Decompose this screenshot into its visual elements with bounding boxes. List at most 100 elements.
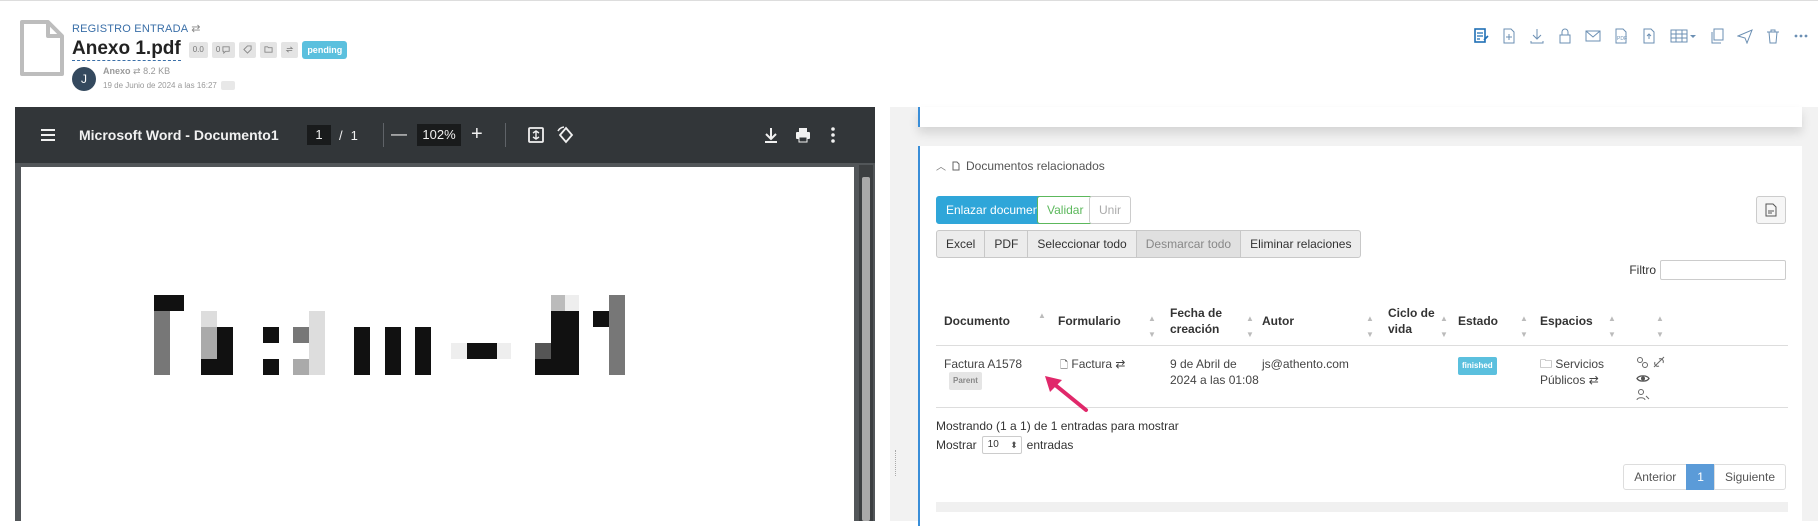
pagination: Anterior 1 Siguiente — [1623, 464, 1786, 490]
cell-fecha: 9 de Abril de 2024 a las 01:08 — [1170, 357, 1259, 387]
more-icon[interactable] — [1792, 27, 1810, 45]
related-documents-card: ︿ Documentos relacionados Enlazar docume… — [918, 146, 1802, 526]
page-size-select[interactable]: 10 — [981, 436, 1022, 454]
deselect-all-button[interactable]: Desmarcar todo — [1135, 230, 1242, 258]
splitter-grip[interactable] — [895, 450, 897, 476]
filter-input[interactable] — [1660, 260, 1786, 280]
remove-relations-button[interactable]: Eliminar relaciones — [1240, 230, 1362, 258]
column-header[interactable]: ▲ ▼ — [1648, 296, 1668, 346]
menu-icon[interactable] — [38, 125, 58, 145]
select-all-button[interactable]: Seleccionar todo — [1027, 230, 1137, 258]
fit-page-icon[interactable] — [526, 125, 546, 145]
link-relation-icon[interactable] — [1636, 356, 1650, 369]
previous-section-card — [918, 107, 1802, 127]
zoom-input[interactable]: 102% — [417, 123, 461, 146]
tags-chip[interactable] — [239, 41, 257, 58]
mail-icon[interactable] — [1584, 27, 1602, 45]
comments-chip[interactable]: 0 — [211, 41, 236, 58]
comments-count: 0 — [215, 44, 221, 54]
folder-icon — [264, 46, 273, 53]
file-size: 8.2 KB — [143, 66, 171, 76]
form-icon: 🗋 — [1060, 360, 1069, 371]
column-label: Autor — [1262, 314, 1294, 328]
status-badge: finished — [1458, 357, 1497, 375]
user-permission-icon[interactable] — [1636, 388, 1650, 401]
svg-text:PDF: PDF — [1617, 36, 1627, 42]
column-label: Fecha de creación — [1170, 306, 1223, 336]
folder-chip[interactable] — [260, 41, 278, 58]
pdf-file-icon — [1765, 203, 1777, 217]
download-icon[interactable] — [761, 125, 781, 145]
swap-icon: ⇄ — [133, 66, 141, 76]
column-header[interactable]: Documento ▲ — [944, 296, 1054, 346]
column-header[interactable]: Espacios ▲ ▼ — [1540, 296, 1616, 346]
column-header[interactable]: Fecha de creación ▲ ▼ — [1170, 296, 1256, 346]
filter-label: Filtro — [1629, 263, 1656, 277]
pdf-export-button[interactable] — [1756, 196, 1786, 224]
page-input[interactable]: 1 — [307, 125, 331, 145]
copy-icon[interactable] — [1708, 27, 1726, 45]
excel-button[interactable]: Excel — [936, 230, 986, 258]
scrollbar-thumb[interactable] — [862, 177, 870, 521]
pdf-page-canvas — [21, 167, 854, 527]
next-page-button[interactable]: Siguiente — [1713, 464, 1786, 490]
owner-line: Anexo ⇄ 8.2 KB — [103, 66, 170, 77]
validate-button[interactable]: Validar — [1037, 196, 1094, 224]
column-header[interactable]: Autor ▲ ▼ — [1262, 296, 1382, 346]
section-title: Documentos relacionados — [966, 158, 1105, 173]
zoom-out-button[interactable]: — — [391, 126, 407, 144]
document-link[interactable]: Factura A1578 — [944, 357, 1022, 371]
pdf-button[interactable]: PDF — [984, 230, 1029, 258]
breadcrumb[interactable]: REGISTRO ENTRADA ⇄ — [72, 22, 201, 35]
card-footer — [936, 502, 1788, 512]
page-title[interactable]: Anexo 1.pdf — [72, 38, 181, 61]
send-icon[interactable] — [1736, 27, 1754, 45]
views-chip[interactable] — [220, 81, 235, 90]
prev-page-button[interactable]: Anterior — [1623, 464, 1688, 490]
column-header[interactable]: Ciclo de vida ▲ ▼ — [1388, 296, 1452, 346]
unlink-icon[interactable] — [1652, 356, 1666, 369]
zoom-in-button[interactable]: + — [471, 123, 483, 146]
pdf-icon[interactable]: PDF — [1612, 27, 1630, 45]
new-version-icon[interactable] — [1500, 27, 1518, 45]
owner-name[interactable]: Anexo — [103, 66, 131, 76]
parent-badge: Parent — [949, 372, 982, 390]
trash-icon[interactable] — [1764, 27, 1782, 45]
column-header[interactable]: Estado ▲ ▼ — [1458, 296, 1534, 346]
columns-icon[interactable] — [1668, 27, 1698, 45]
rotate-icon[interactable] — [556, 125, 576, 145]
page-button[interactable]: 1 — [1686, 464, 1715, 490]
column-label: Espacios — [1540, 314, 1593, 328]
page-indicator: 1 / 1 — [307, 125, 358, 145]
column-header[interactable]: Formulario ▲ ▼ — [1058, 296, 1164, 346]
pdf-scrollbar[interactable] — [859, 165, 873, 521]
section-header[interactable]: ︿ Documentos relacionados — [936, 158, 1105, 174]
form-name[interactable]: Factura — [1071, 357, 1112, 371]
status-badge: pending — [302, 40, 348, 59]
rating-chip[interactable]: 0.0 — [188, 41, 208, 58]
eye-icon[interactable] — [1636, 372, 1650, 385]
merge-button[interactable]: Unir — [1089, 196, 1132, 224]
comment-icon — [222, 46, 230, 54]
avatar[interactable]: J — [72, 67, 96, 91]
breadcrumb-label[interactable]: REGISTRO ENTRADA — [72, 23, 188, 35]
entries-label: entradas — [1026, 438, 1074, 452]
chevron-up-icon[interactable]: ︿ — [936, 158, 946, 173]
more-options-icon[interactable] — [823, 125, 843, 145]
pdf-title: Microsoft Word - Documento1 — [79, 127, 279, 143]
table-info: Mostrando (1 a 1) de 1 entradas para mos… — [936, 419, 1179, 433]
table-actions: Excel PDF Seleccionar todo Desmarcar tod… — [936, 230, 1362, 258]
pdf-toolbar: Microsoft Word - Documento1 1 / 1 — 102%… — [15, 107, 875, 163]
sync-chip[interactable] — [281, 41, 299, 58]
toolbar-divider — [505, 123, 506, 147]
lock-icon[interactable] — [1556, 27, 1574, 45]
created-date: 19 de Junio de 2024 a las 16:27 — [103, 81, 217, 90]
tag-icon — [243, 45, 252, 54]
date-line: 19 de Junio de 2024 a las 16:27 — [103, 81, 235, 90]
cell-espacios: 🗀 Servicios Públicos ⇄ — [1540, 356, 1630, 388]
download-icon[interactable] — [1528, 27, 1546, 45]
edit-document-icon[interactable] — [1472, 27, 1490, 45]
print-icon[interactable] — [793, 125, 813, 145]
pixelated-document-content — [154, 295, 625, 375]
export-icon[interactable] — [1640, 27, 1658, 45]
